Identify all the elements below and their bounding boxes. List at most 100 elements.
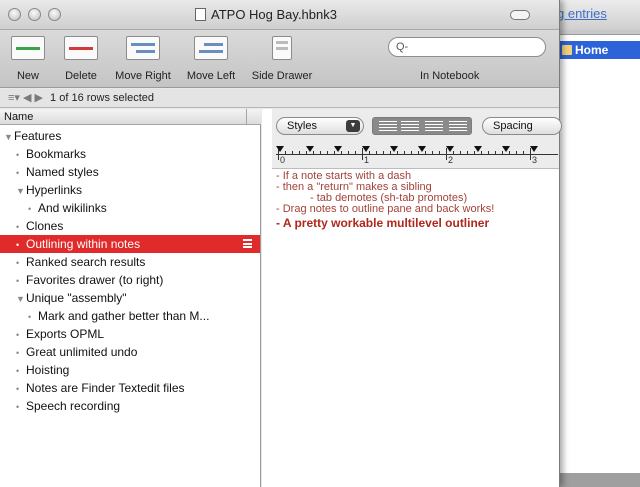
note-text[interactable]: - If a note starts with a dash - then a … — [276, 171, 558, 231]
alignment-control[interactable] — [372, 117, 472, 135]
align-justify-icon[interactable] — [425, 121, 443, 131]
outline-row-label: Favorites drawer (to right) — [26, 273, 164, 287]
chevron-down-icon: ▼ — [346, 120, 360, 132]
tab-stop-icon[interactable] — [362, 146, 370, 152]
outline-row-label: Notes are Finder Textedit files — [26, 381, 185, 395]
outline-row[interactable]: • Clones — [0, 217, 260, 235]
ruler-tick — [383, 151, 384, 155]
outline-row-label: And wikilinks — [38, 201, 107, 215]
bullet-icon: • — [16, 240, 20, 250]
outline-row-label: Hoisting — [26, 363, 70, 377]
background-window-bottom-bar — [549, 473, 640, 487]
ruler[interactable]: 0 1 2 3 — [276, 145, 558, 165]
disclosure-triangle-icon[interactable]: ▼ — [4, 128, 14, 145]
row-navigation-icon[interactable]: ≡▾ ◀ ▶ — [8, 92, 43, 104]
outline-row[interactable]: • Notes are Finder Textedit files — [0, 379, 260, 397]
tab-stop-icon[interactable] — [334, 146, 342, 152]
outline-row[interactable]: • Ranked search results — [0, 253, 260, 271]
outline-row[interactable]: ▼Features — [0, 127, 260, 145]
outline-row[interactable]: • Named styles — [0, 163, 260, 181]
tab-stop-icon[interactable] — [474, 146, 482, 152]
outline-row[interactable]: • Mark and gather better than M... — [0, 307, 260, 325]
outline-row[interactable]: • Outlining within notes — [0, 235, 260, 253]
styles-popup[interactable]: Styles ▼ — [276, 117, 364, 135]
delete-button[interactable]: Delete — [58, 36, 104, 86]
ruler-tick — [467, 151, 468, 155]
styles-label: Styles — [287, 120, 317, 132]
ruler-tick — [348, 151, 349, 155]
outline-row[interactable]: • Hoisting — [0, 361, 260, 379]
tab-stop-icon[interactable] — [502, 146, 510, 152]
disclosure-triangle-icon[interactable]: ▼ — [16, 290, 26, 307]
outline-rows: ▼Features • Bookmarks • Named styles ▼Hyperli… — [0, 127, 260, 415]
outline-row[interactable]: • Speech recording — [0, 397, 260, 415]
outline-row-label: Ranked search results — [26, 255, 146, 269]
tab-stop-icon[interactable] — [276, 146, 284, 152]
bullet-icon: • — [16, 348, 20, 358]
new-button[interactable]: New — [8, 36, 48, 86]
bullet-icon: • — [16, 168, 20, 178]
outline-row[interactable]: • Great unlimited undo — [0, 343, 260, 361]
zoom-window-button[interactable] — [48, 8, 61, 21]
outline-row[interactable]: ▼Hyperlinks — [0, 181, 260, 199]
background-window-titlebar[interactable]: g entries — [549, 0, 640, 30]
outline-row-label: Bookmarks — [26, 147, 87, 161]
outline-row[interactable]: • Bookmarks — [0, 145, 260, 163]
status-text: 1 of 16 rows selected — [50, 92, 154, 104]
ruler-tick — [285, 151, 286, 155]
drag-handle-icon[interactable] — [243, 239, 252, 248]
bullet-icon: • — [16, 402, 20, 412]
align-center-icon[interactable] — [401, 121, 419, 131]
outline-row[interactable]: • Exports OPML — [0, 325, 260, 343]
outline-row-label: Clones — [26, 219, 64, 233]
minimize-window-button[interactable] — [28, 8, 41, 21]
bullet-icon: • — [28, 312, 32, 322]
move-right-icon — [126, 36, 160, 60]
tab-stop-icon[interactable] — [446, 146, 454, 152]
name-column-header[interactable]: Name — [0, 109, 261, 125]
background-window-title[interactable]: g entries — [557, 6, 607, 21]
main-window: ATPO Hog Bay.hbnk3 New Delete Move Right… — [0, 0, 562, 487]
titlebar[interactable]: ATPO Hog Bay.hbnk3 — [0, 0, 559, 30]
ruler-tick — [488, 151, 489, 155]
home-icon — [562, 45, 572, 55]
search-input[interactable]: Q- — [388, 37, 546, 57]
toolbar-toggle-button[interactable] — [510, 10, 530, 20]
side-drawer-icon — [272, 36, 292, 60]
outline-row[interactable]: • And wikilinks — [0, 199, 260, 217]
ruler-number: 3 — [532, 155, 538, 165]
tab-stop-icon[interactable] — [306, 146, 314, 152]
outline-row-label: Speech recording — [26, 399, 121, 413]
outline-row-label: Great unlimited undo — [26, 345, 138, 359]
align-right-icon[interactable] — [449, 121, 467, 131]
side-drawer-button[interactable]: Side Drawer — [246, 36, 318, 86]
sidebar-item-home[interactable]: Home — [556, 41, 640, 59]
search-scope-label: In Notebook — [420, 70, 480, 82]
disclosure-triangle-icon[interactable]: ▼ — [16, 182, 26, 199]
outline-row-label: Mark and gather better than M... — [38, 309, 210, 323]
spacing-popup[interactable]: Spacing — [482, 117, 562, 135]
ruler-tick — [460, 151, 461, 155]
name-column-label: Name — [4, 111, 34, 123]
ruler-tick — [376, 151, 377, 155]
bullet-icon: • — [16, 384, 20, 394]
outline-row-label: Outlining within notes — [26, 237, 141, 251]
window-title: ATPO Hog Bay.hbnk3 — [195, 7, 337, 22]
tab-stop-icon[interactable] — [390, 146, 398, 152]
bullet-icon: • — [16, 222, 20, 232]
document-icon — [195, 8, 206, 21]
tab-stop-icon[interactable] — [530, 146, 538, 152]
close-window-button[interactable] — [8, 8, 21, 21]
outline-row[interactable]: • Favorites drawer (to right) — [0, 271, 260, 289]
move-left-button[interactable]: Move Left — [182, 36, 240, 86]
column-separator — [246, 109, 247, 125]
ruler-tick — [495, 151, 496, 155]
ruler-tick — [299, 151, 300, 155]
delete-row-icon — [64, 36, 98, 60]
outline-row[interactable]: ▼Unique "assembly" — [0, 289, 260, 307]
move-right-button[interactable]: Move Right — [112, 36, 174, 86]
tab-stop-icon[interactable] — [418, 146, 426, 152]
bullet-icon: • — [16, 258, 20, 268]
align-left-icon[interactable] — [379, 121, 397, 131]
status-bar: ≡▾ ◀ ▶ 1 of 16 rows selected — [0, 89, 559, 108]
